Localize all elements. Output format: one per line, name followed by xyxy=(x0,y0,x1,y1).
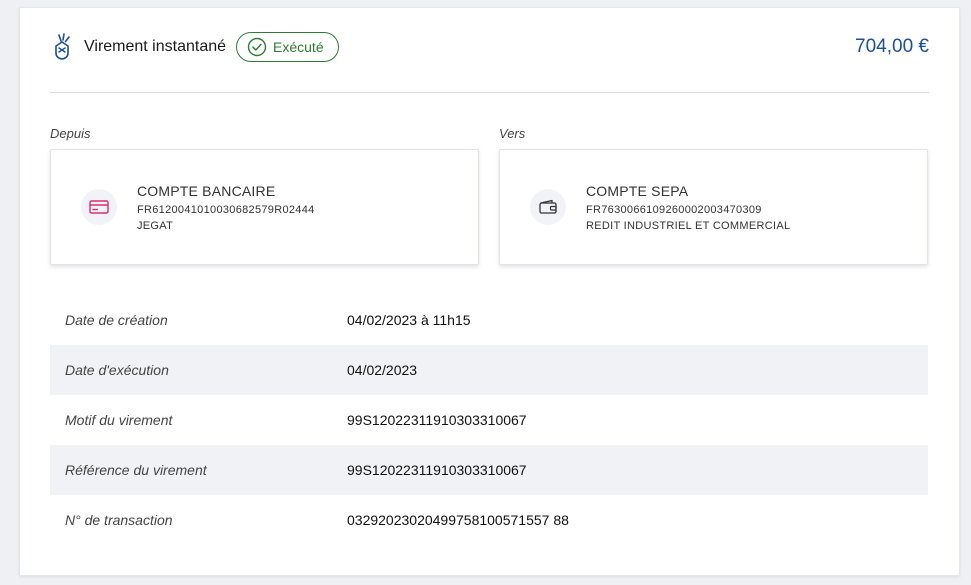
detail-label: Motif du virement xyxy=(65,412,173,428)
to-section-label: Vers xyxy=(499,126,526,141)
detail-label: N° de transaction xyxy=(65,512,173,528)
from-section-label: Depuis xyxy=(50,126,91,141)
status-badge: Exécuté xyxy=(236,32,339,62)
detail-row-creation-date: Date de création 04/02/2023 à 11h15 xyxy=(50,295,928,345)
to-account-card: COMPTE SEPA FR7630066109260002003470309 … xyxy=(499,149,928,265)
detail-value: 99S12022311910303310067 xyxy=(347,412,527,428)
detail-row-transaction-number: N° de transaction 0329202302049975810057… xyxy=(50,495,928,545)
from-account-iban: FR6120041010030682579R02444 xyxy=(137,204,315,216)
detail-row-execution-date: Date d'exécution 04/02/2023 xyxy=(50,345,928,395)
detail-label: Date d'exécution xyxy=(65,362,169,378)
detail-value: 04/02/2023 à 11h15 xyxy=(347,312,471,328)
to-account-holder: REDIT INDUSTRIEL ET COMMERCIAL xyxy=(586,220,791,232)
transfer-header: Virement instantané Exécuté 704,00 € xyxy=(50,8,929,93)
detail-row-motive: Motif du virement 99S1202231191030331006… xyxy=(50,395,928,445)
to-account-iban: FR7630066109260002003470309 xyxy=(586,204,762,216)
check-circle-icon xyxy=(247,37,267,57)
detail-value: 99S12022311910303310067 xyxy=(347,462,527,478)
detail-label: Référence du virement xyxy=(65,462,207,478)
detail-value: 03292023020499758100571557 88 xyxy=(347,512,569,528)
detail-label: Date de création xyxy=(65,312,168,328)
transfer-detail-card: Virement instantané Exécuté 704,00 € Dep… xyxy=(19,7,960,576)
transfer-type-label: Virement instantané xyxy=(84,38,227,55)
transfer-details-table: Date de création 04/02/2023 à 11h15 Date… xyxy=(50,295,928,545)
credit-card-icon xyxy=(81,189,117,225)
wallet-icon xyxy=(530,189,566,225)
from-account-card: COMPTE BANCAIRE FR6120041010030682579R02… xyxy=(50,149,479,265)
from-account-holder: JEGAT xyxy=(137,220,174,232)
transfer-amount: 704,00 € xyxy=(855,36,929,57)
instant-transfer-icon xyxy=(55,33,70,60)
from-account-name: COMPTE BANCAIRE xyxy=(137,183,276,199)
status-text: Exécuté xyxy=(273,39,324,55)
detail-value: 04/02/2023 xyxy=(347,362,418,378)
to-account-name: COMPTE SEPA xyxy=(586,183,689,199)
detail-row-reference: Référence du virement 99S120223119103033… xyxy=(50,445,928,495)
